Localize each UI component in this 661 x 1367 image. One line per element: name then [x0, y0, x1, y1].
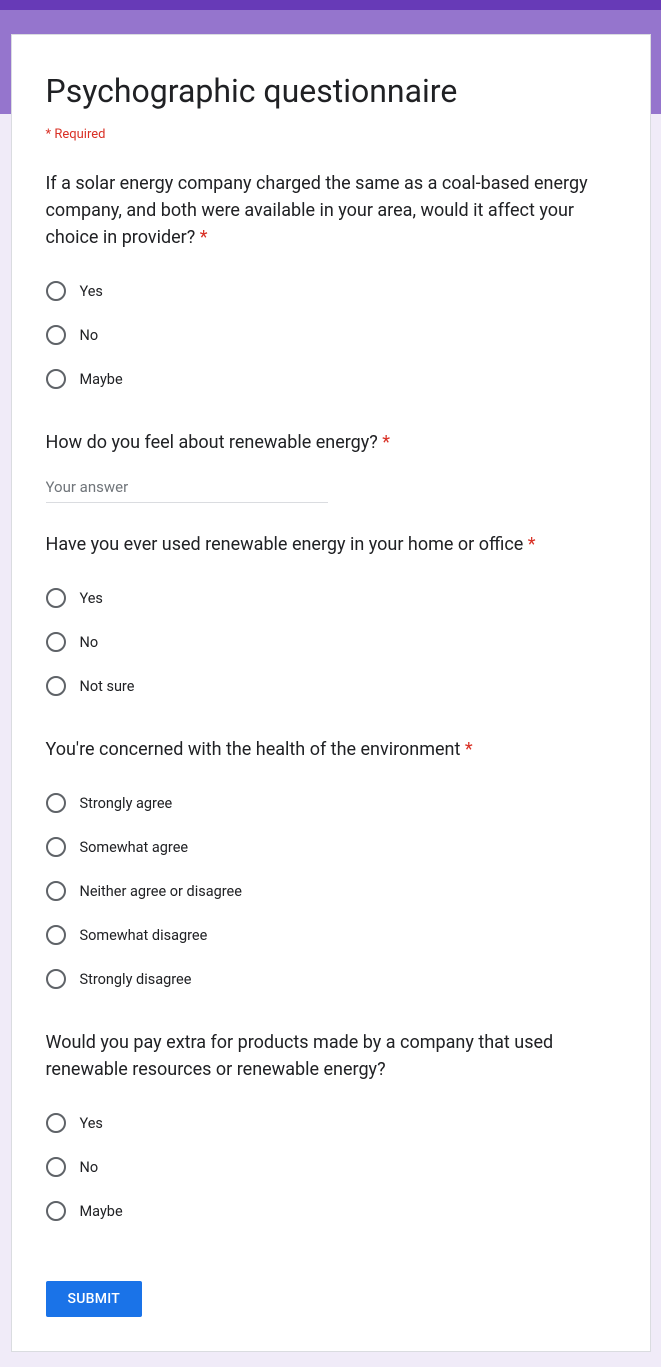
option-label: Strongly agree [80, 795, 173, 812]
radio-icon [46, 925, 66, 945]
option-label: Yes [80, 590, 103, 607]
q3-option-yes[interactable]: Yes [46, 576, 616, 620]
radio-icon [46, 793, 66, 813]
radio-icon [46, 632, 66, 652]
option-label: No [80, 327, 99, 344]
question-4: You're concerned with the health of the … [46, 736, 616, 1001]
question-1-label: If a solar energy company charged the sa… [46, 173, 588, 248]
radio-icon [46, 281, 66, 301]
option-label: Maybe [80, 1203, 123, 1220]
question-3-label: Have you ever used renewable energy in y… [46, 534, 528, 555]
question-5: Would you pay extra for products made by… [46, 1029, 616, 1233]
question-5-text: Would you pay extra for products made by… [46, 1029, 616, 1083]
required-note: * Required [46, 127, 616, 142]
question-5-label: Would you pay extra for products made by… [46, 1032, 554, 1080]
radio-icon [46, 1157, 66, 1177]
q4-option-somewhat-disagree[interactable]: Somewhat disagree [46, 913, 616, 957]
required-asterisk: * [382, 432, 390, 453]
option-label: Strongly disagree [80, 971, 192, 988]
q1-option-yes[interactable]: Yes [46, 269, 616, 313]
option-label: Somewhat agree [80, 839, 189, 856]
option-label: No [80, 634, 99, 651]
required-asterisk: * [200, 227, 208, 248]
radio-icon [46, 1113, 66, 1133]
question-3-text: Have you ever used renewable energy in y… [46, 531, 616, 558]
question-2-text: How do you feel about renewable energy? … [46, 429, 616, 456]
submit-button[interactable]: Submit [46, 1281, 143, 1317]
radio-icon [46, 588, 66, 608]
radio-icon [46, 837, 66, 857]
question-2-label: How do you feel about renewable energy? [46, 432, 383, 453]
question-2: How do you feel about renewable energy? … [46, 429, 616, 503]
q4-option-strongly-disagree[interactable]: Strongly disagree [46, 957, 616, 1001]
option-label: Somewhat disagree [80, 927, 208, 944]
radio-icon [46, 325, 66, 345]
top-accent-bar [0, 0, 661, 10]
question-4-label: You're concerned with the health of the … [46, 739, 465, 760]
radio-icon [46, 969, 66, 989]
q1-option-no[interactable]: No [46, 313, 616, 357]
option-label: Neither agree or disagree [80, 883, 242, 900]
question-3: Have you ever used renewable energy in y… [46, 531, 616, 708]
radio-icon [46, 369, 66, 389]
q1-option-maybe[interactable]: Maybe [46, 357, 616, 401]
form-title: Psychographic questionnaire [46, 71, 616, 111]
q3-option-no[interactable]: No [46, 620, 616, 664]
q5-option-no[interactable]: No [46, 1145, 616, 1189]
option-label: Yes [80, 1115, 103, 1132]
question-1-text: If a solar energy company charged the sa… [46, 170, 616, 251]
q2-answer-input[interactable] [46, 474, 328, 503]
option-label: Yes [80, 283, 103, 300]
radio-icon [46, 1201, 66, 1221]
q3-option-not-sure[interactable]: Not sure [46, 664, 616, 708]
radio-icon [46, 881, 66, 901]
option-label: Not sure [80, 678, 135, 695]
required-asterisk: * [528, 534, 536, 555]
option-label: No [80, 1159, 99, 1176]
q4-option-neither[interactable]: Neither agree or disagree [46, 869, 616, 913]
radio-icon [46, 676, 66, 696]
q5-option-maybe[interactable]: Maybe [46, 1189, 616, 1233]
q4-option-somewhat-agree[interactable]: Somewhat agree [46, 825, 616, 869]
required-asterisk: * [465, 739, 473, 760]
q5-option-yes[interactable]: Yes [46, 1101, 616, 1145]
q4-option-strongly-agree[interactable]: Strongly agree [46, 781, 616, 825]
question-1: If a solar energy company charged the sa… [46, 170, 616, 401]
form-card: Psychographic questionnaire * Required I… [11, 34, 651, 1352]
question-4-text: You're concerned with the health of the … [46, 736, 616, 763]
option-label: Maybe [80, 371, 123, 388]
